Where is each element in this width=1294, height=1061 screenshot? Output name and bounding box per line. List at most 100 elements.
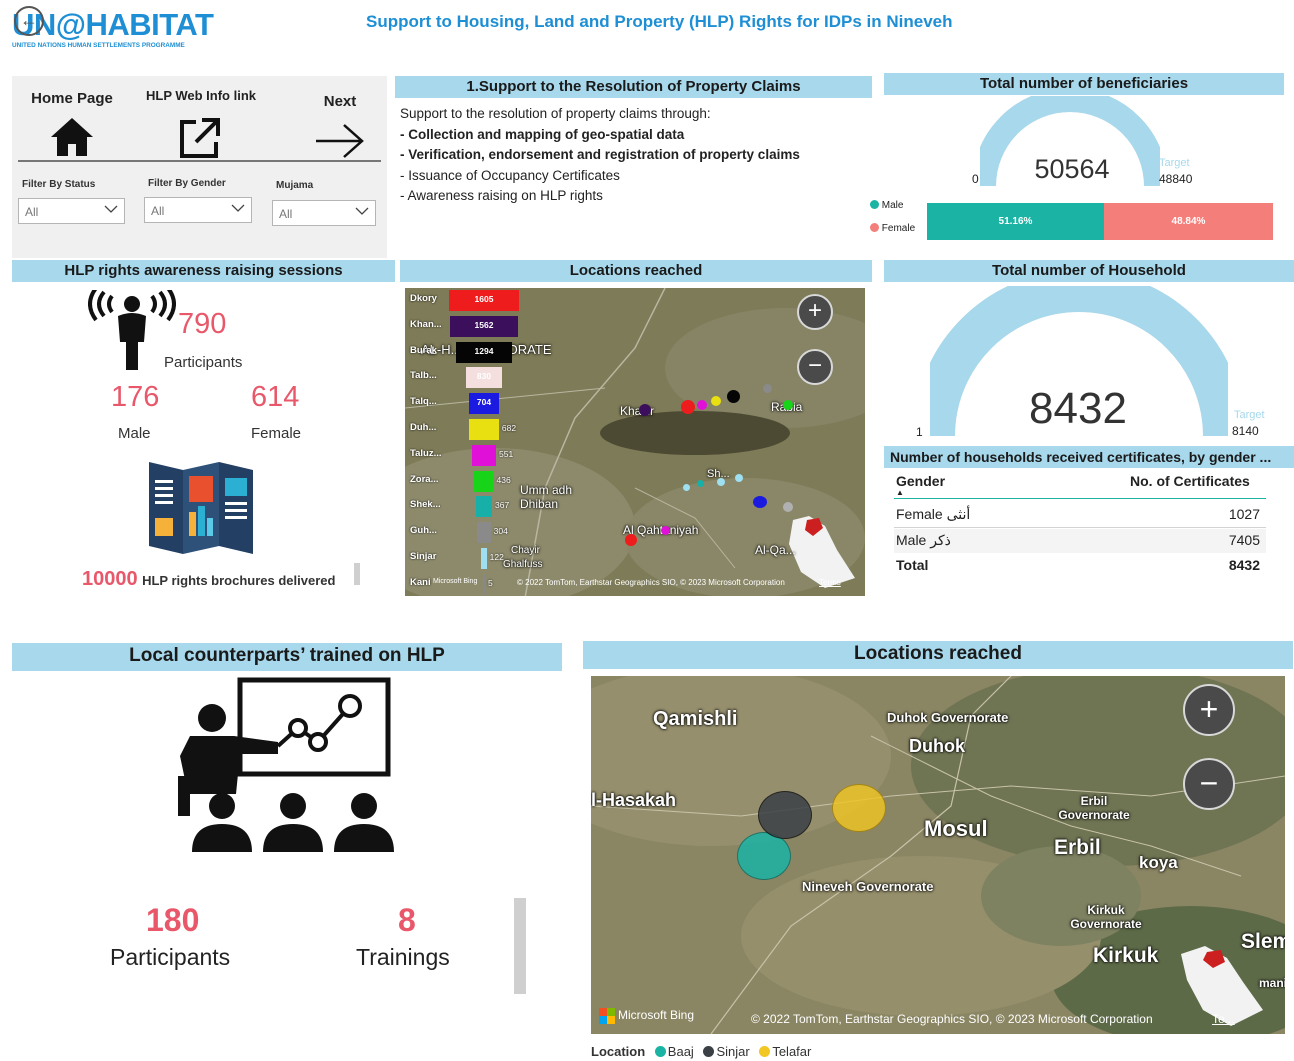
map-attribution-bing: Microsoft Bing <box>433 578 478 585</box>
hlp-web-info-link-label: HLP Web Info link <box>145 88 257 103</box>
filter-status-select[interactable]: All <box>18 198 125 224</box>
hlp-web-info-link-button[interactable]: HLP Web Info link <box>136 88 266 158</box>
map-marker[interactable] <box>727 390 740 403</box>
bing-logo-icon <box>599 1008 615 1024</box>
map-marker-baaj[interactable] <box>737 832 791 880</box>
bar[interactable] <box>481 548 487 569</box>
bar-value-label: 830 <box>476 371 492 382</box>
bar-category-label: Guh... <box>410 525 437 537</box>
map-label: Al-Qa... <box>755 543 796 557</box>
map-marker[interactable] <box>625 534 637 546</box>
brochure-icon <box>149 462 253 554</box>
map-marker-telafar[interactable] <box>832 784 886 832</box>
scroll-indicator[interactable] <box>514 898 526 994</box>
legend-item-telafar[interactable]: Telafar <box>753 1044 811 1059</box>
female-bar-segment[interactable]: 48.84% <box>1104 203 1273 240</box>
map-marker[interactable] <box>711 396 721 406</box>
map-marker[interactable] <box>681 400 695 414</box>
zoom-out-button[interactable]: − <box>1183 758 1235 810</box>
gender-legend-female: Female <box>870 223 915 234</box>
legend-item-baaj[interactable]: Baaj <box>649 1044 694 1059</box>
col-header-gender[interactable]: Gender ▲ <box>896 473 945 497</box>
claims-intro: Support to the resolution of property cl… <box>400 106 711 121</box>
next-label: Next <box>323 93 357 110</box>
bar[interactable] <box>483 573 485 595</box>
bar-category-label: Talb... <box>410 370 437 382</box>
bar[interactable] <box>469 419 499 440</box>
map-marker[interactable] <box>697 480 704 487</box>
back-button[interactable]: ← <box>14 6 44 36</box>
map-marker[interactable] <box>661 526 670 535</box>
female-dot-icon <box>870 223 879 232</box>
bar-value-label: 1562 <box>474 319 494 330</box>
beneficiaries-header: Total number of beneficiaries <box>884 73 1284 95</box>
zoom-in-button[interactable]: + <box>797 294 833 330</box>
scroll-indicator[interactable] <box>354 563 360 585</box>
map-marker[interactable] <box>683 484 690 491</box>
locations-small-header: Locations reached <box>400 260 872 282</box>
legend-title: Location <box>591 1044 646 1059</box>
zoom-in-button[interactable]: + <box>1183 684 1235 736</box>
map-marker[interactable] <box>763 384 772 393</box>
awareness-female-label: Female <box>251 425 302 442</box>
map-marker[interactable] <box>717 478 725 486</box>
map-marker[interactable] <box>639 404 651 416</box>
bar-category-label: Sinjar <box>410 551 437 562</box>
zoom-out-button[interactable]: − <box>797 349 833 385</box>
male-dot-icon <box>870 200 879 209</box>
map-label: Erbil Governorate <box>1058 794 1130 822</box>
filter-mujama-select[interactable]: All <box>272 200 376 226</box>
total-value: 8432 <box>1228 557 1260 573</box>
filter-status-value: All <box>25 205 39 219</box>
bar[interactable] <box>475 496 492 518</box>
locations-big-header: Locations reached <box>583 641 1293 669</box>
bar-value-label: 5 <box>488 577 493 588</box>
households-value: 8432 <box>1029 384 1127 433</box>
map-label: mani <box>1259 976 1285 990</box>
home-button[interactable]: Home Page <box>22 90 122 160</box>
logo-subtitle: UNITED NATIONS HUMAN SETTLEMENTS PROGRAM… <box>12 42 185 49</box>
certificates-header: Number of households received certificat… <box>884 446 1294 468</box>
bar[interactable] <box>474 470 494 492</box>
map-marker[interactable] <box>753 496 767 508</box>
map-marker-sinjar[interactable] <box>758 791 812 839</box>
map-label: Nineveh Governorate <box>802 879 934 894</box>
legend-item-sinjar[interactable]: Sinjar <box>697 1044 750 1059</box>
male-bar-segment[interactable]: 51.16% <box>927 203 1104 240</box>
map-attribution-bing: Microsoft Bing <box>618 1008 695 1022</box>
bar[interactable] <box>471 444 496 466</box>
claims-header: 1.Support to the Resolution of Property … <box>395 76 872 98</box>
locations-small-map[interactable]: AL-H...OVERNORATE Khazir Rabia Sh... Umm… <box>405 288 865 596</box>
map-terms-link[interactable]: Terms <box>819 578 841 587</box>
counterparts-participants-value: 180 <box>146 902 200 938</box>
col-header-count[interactable]: No. of Certificates <box>1130 473 1250 489</box>
beneficiaries-min: 0 <box>972 172 979 186</box>
logo-text: UN@HABITAT <box>12 7 214 42</box>
map-label: Duhok Governorate <box>887 710 1009 725</box>
map-terms-link[interactable]: Te... <box>1212 1012 1235 1026</box>
speaker-person-icon <box>88 290 176 370</box>
filter-status-label: Filter By Status <box>22 179 96 190</box>
arrow-right-icon <box>316 124 364 158</box>
bar[interactable] <box>477 522 491 544</box>
map-marker[interactable] <box>697 400 707 410</box>
bar-category-label: Talq... <box>410 396 437 408</box>
map-attribution: © 2022 TomTom, Earthstar Geographics SIO… <box>751 1012 1153 1026</box>
map-label: l-Hasakah <box>591 790 677 810</box>
awareness-participants-value: 790 <box>178 308 227 340</box>
table-row[interactable]: Female أنثى 1027 <box>894 503 1266 527</box>
map-marker[interactable] <box>735 474 743 482</box>
filter-gender-label: Filter By Gender <box>148 178 226 189</box>
home-label: Home Page <box>31 90 113 107</box>
map-marker[interactable] <box>783 502 793 512</box>
map-marker[interactable] <box>783 400 793 410</box>
filter-gender-select[interactable]: All <box>144 197 252 223</box>
next-button[interactable]: Next <box>300 93 380 159</box>
bar-value-label: 304 <box>493 526 508 537</box>
bar-value-label: 436 <box>496 474 511 485</box>
page-title: Support to Housing, Land and Property (H… <box>366 12 953 31</box>
map-label: Mosul <box>924 816 988 841</box>
locations-big-map[interactable]: Qamishli Duhok Governorate Duhok l-Hasak… <box>591 676 1285 1034</box>
male-pct: 51.16% <box>998 216 1033 227</box>
table-row[interactable]: Male ذكر 7405 <box>894 529 1266 553</box>
